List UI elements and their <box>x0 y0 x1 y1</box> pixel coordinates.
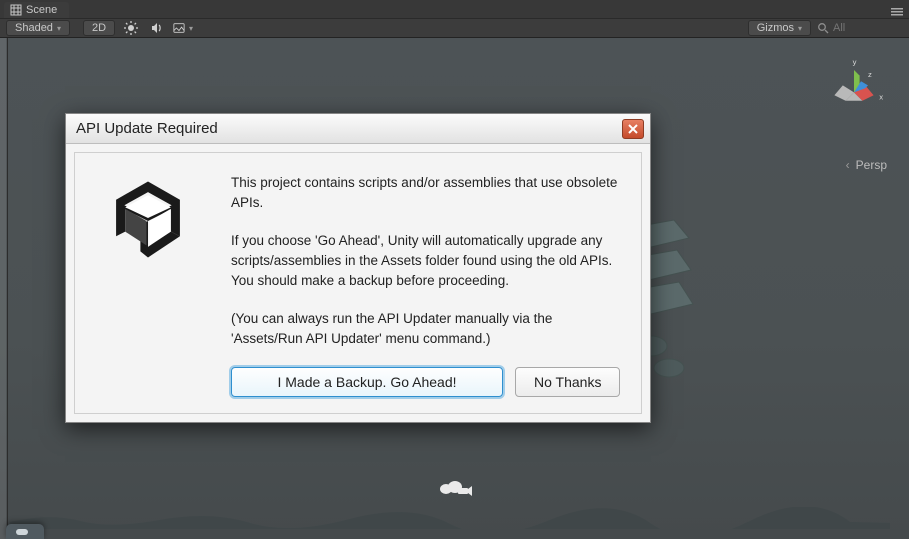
scene-search-input[interactable] <box>833 22 903 34</box>
tab-bar: Scene <box>0 0 909 18</box>
scene-viewport[interactable]: x y z Persp API Update Required <box>0 38 909 539</box>
shading-mode-dropdown[interactable]: Shaded <box>6 20 70 36</box>
camera-icon <box>438 477 472 499</box>
no-thanks-button[interactable]: No Thanks <box>515 367 620 397</box>
gizmos-dropdown[interactable]: Gizmos <box>748 20 811 36</box>
dialog-paragraph-2: If you choose 'Go Ahead', Unity will aut… <box>231 231 623 291</box>
dialog-titlebar[interactable]: API Update Required <box>66 114 650 144</box>
axis-y-label: y <box>853 57 857 66</box>
axis-x-label: x <box>879 92 883 101</box>
tab-menu-button[interactable] <box>891 6 909 18</box>
unity-logo-icon <box>93 173 203 397</box>
toggle-2d-label: 2D <box>92 22 106 34</box>
tab-scene-label: Scene <box>26 4 57 16</box>
left-gutter <box>0 38 7 539</box>
api-update-dialog: API Update Required <box>65 113 651 423</box>
controller-icon <box>16 527 28 537</box>
dialog-title-text: API Update Required <box>76 120 218 137</box>
go-ahead-button[interactable]: I Made a Backup. Go Ahead! <box>231 367 503 397</box>
toggle-2d-button[interactable]: 2D <box>83 20 115 36</box>
audio-toggle[interactable] <box>147 20 167 36</box>
no-thanks-label: No Thanks <box>534 374 601 390</box>
close-icon <box>627 123 639 135</box>
shading-mode-label: Shaded <box>15 22 53 34</box>
sun-icon <box>124 21 138 35</box>
speaker-icon <box>150 21 164 35</box>
bottom-panel-tab[interactable] <box>6 524 44 539</box>
dialog-paragraph-1: This project contains scripts and/or ass… <box>231 173 623 213</box>
dialog-paragraph-3: (You can always run the API Updater manu… <box>231 309 623 349</box>
projection-label[interactable]: Persp <box>846 158 887 172</box>
search-icon <box>817 22 829 34</box>
image-icon <box>173 22 185 34</box>
orientation-gizmo[interactable]: x y z <box>819 56 889 126</box>
terrain-silhouette <box>10 507 890 529</box>
lighting-toggle[interactable] <box>121 20 141 36</box>
dialog-body-text: This project contains scripts and/or ass… <box>231 173 623 397</box>
scene-search[interactable] <box>817 22 903 34</box>
tab-menu-icon <box>891 7 903 17</box>
tab-scene[interactable]: Scene <box>4 2 69 18</box>
go-ahead-label: I Made a Backup. Go Ahead! <box>277 374 456 390</box>
dialog-close-button[interactable] <box>622 119 644 139</box>
scene-grid-icon <box>10 4 22 16</box>
effects-dropdown[interactable] <box>173 20 193 36</box>
axis-z-label: z <box>868 70 872 79</box>
gizmos-label: Gizmos <box>757 22 794 34</box>
scene-toolbar: Shaded 2D Gizmos <box>0 18 909 38</box>
